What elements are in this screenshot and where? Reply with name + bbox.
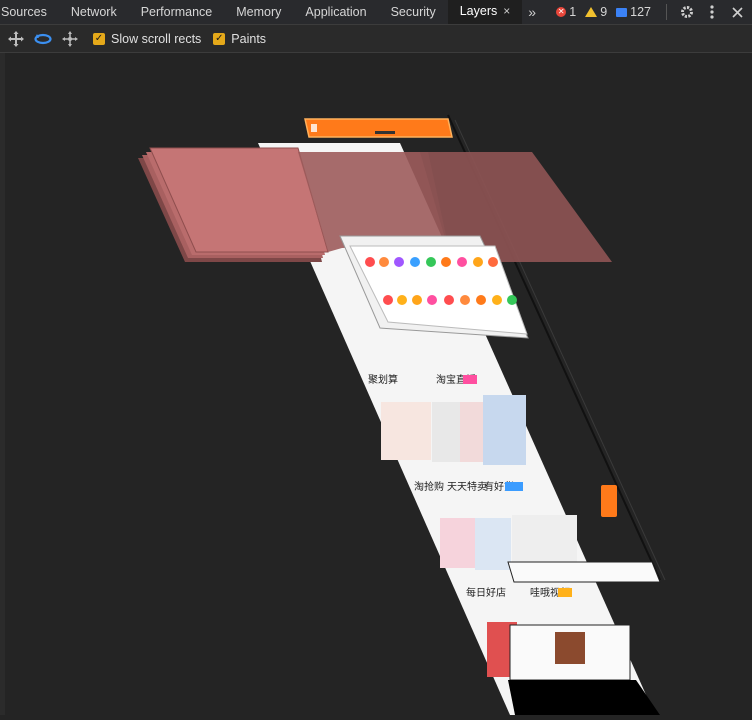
error-icon: ✕ (556, 7, 567, 17)
gear-icon[interactable] (676, 4, 698, 20)
message-count[interactable]: 127 (616, 5, 651, 19)
tab-label: Performance (140, 5, 213, 19)
tab-label: Application (305, 5, 367, 19)
card-label: 天天特卖 (447, 481, 487, 493)
slow-scroll-rects-checkbox[interactable]: ✓ Slow scroll rects (93, 32, 201, 46)
kebab-menu-icon[interactable] (701, 5, 723, 19)
warning-count[interactable]: 9 (585, 5, 607, 19)
error-count[interactable]: ✕ 1 (556, 5, 576, 19)
pan-mode-icon[interactable] (5, 28, 27, 50)
floating-button-layer[interactable] (601, 485, 617, 517)
tab-performance[interactable]: Performance (129, 0, 225, 24)
tab-label: Sources (1, 5, 47, 19)
tab-bar: Sources Network Performance Memory Appli… (0, 0, 752, 25)
status-area: ✕ 1 9 127 (556, 0, 752, 24)
close-devtools-icon[interactable] (726, 6, 748, 18)
checkbox-label: Paints (231, 31, 267, 46)
tab-network[interactable]: Network (59, 0, 129, 24)
content-cards: 聚划算 淘宝直播 淘抢购 天天特卖 有好货 每日好店 哇哦视频 (368, 373, 631, 681)
checkbox-checked-icon: ✓ (93, 32, 105, 45)
divider (666, 4, 667, 20)
reset-transform-icon[interactable] (59, 28, 81, 50)
tab-label: Security (390, 5, 436, 19)
tab-label: Layers (459, 4, 498, 18)
card-label: 每日好店 (466, 586, 506, 599)
tab-label: Memory (236, 5, 282, 19)
card-label: 淘抢购 (414, 480, 444, 493)
tab-security[interactable]: Security (379, 0, 448, 24)
checkbox-checked-icon: ✓ (213, 32, 226, 45)
tab-sources[interactable]: Sources (0, 0, 59, 24)
warning-count-value: 9 (600, 5, 608, 19)
rotate-mode-icon[interactable] (32, 28, 54, 50)
close-icon[interactable]: × (503, 4, 510, 18)
checkbox-label: Slow scroll rects (111, 31, 202, 46)
card-label: 聚划算 (368, 373, 398, 386)
bottom-nav-layer[interactable] (507, 561, 661, 583)
tab-memory[interactable]: Memory (224, 0, 293, 24)
header-logo (311, 124, 317, 132)
footer-layer[interactable] (508, 680, 660, 715)
paints-checkbox[interactable]: ✓ Paints (213, 32, 266, 46)
tab-application[interactable]: Application (293, 0, 378, 24)
message-count-value: 127 (630, 5, 651, 19)
warning-icon (585, 7, 598, 17)
error-count-value: 1 (569, 5, 577, 19)
message-icon (616, 7, 628, 17)
layers-3d-viewport[interactable]: 聚划算 淘宝直播 淘抢购 天天特卖 有好货 每日好店 哇哦视频 (5, 53, 752, 715)
layers-3d-scene[interactable]: 聚划算 淘宝直播 淘抢购 天天特卖 有好货 每日好店 哇哦视频 (5, 53, 752, 715)
more-tabs-icon[interactable]: » (522, 0, 542, 24)
fixed-header-layer[interactable] (304, 118, 453, 138)
layers-toolbar: ✓ Slow scroll rects ✓ Paints (0, 25, 752, 53)
tab-label: Network (70, 5, 117, 19)
header-search (375, 131, 395, 134)
tab-layers[interactable]: Layers × (447, 0, 523, 24)
